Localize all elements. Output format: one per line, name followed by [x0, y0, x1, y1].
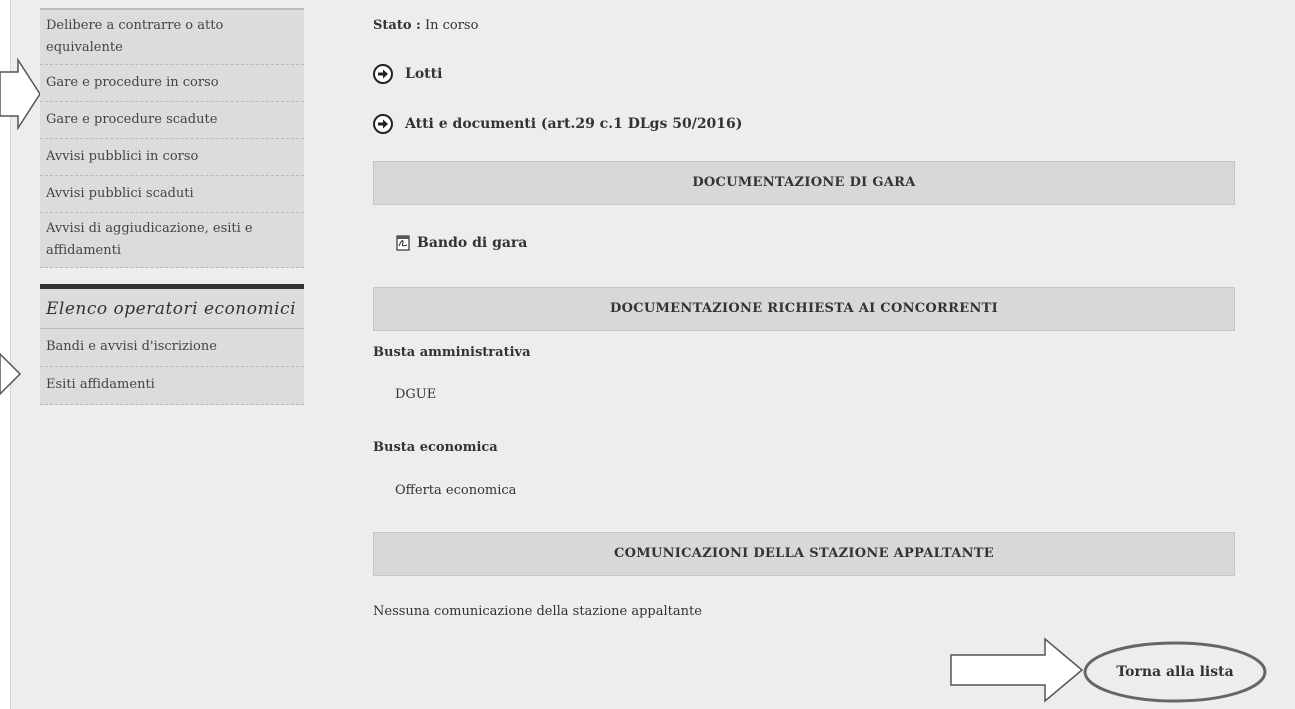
dgue-item: DGUE [395, 387, 437, 402]
pointer-arrow-icon [950, 637, 1084, 703]
arrow-circle-right-icon [373, 64, 393, 84]
sidebar-section-title: Elenco operatori economici [40, 289, 304, 329]
sidebar-item-avvisi-aggiudicazione[interactable]: Avvisi di aggiudicazione, esiti e affida… [40, 213, 304, 268]
sidebar-item-bandi-iscrizione[interactable]: Bandi e avvisi d'iscrizione [40, 329, 304, 367]
sidebar-item-delibere[interactable]: Delibere a contrarre o atto equivalente [40, 10, 304, 65]
busta-amministrativa-label: Busta amministrativa [373, 345, 531, 360]
sidebar: Delibere a contrarre o atto equivalente … [40, 8, 304, 405]
atti-documenti-label: Atti e documenti (art.29 c.1 DLgs 50/201… [405, 116, 743, 132]
sidebar-item-avvisi-in-corso[interactable]: Avvisi pubblici in corso [40, 139, 304, 176]
status-value: In corso [424, 18, 479, 33]
section-documentazione-gara: DOCUMENTAZIONE DI GARA [373, 161, 1235, 205]
lotti-link[interactable]: Lotti [373, 64, 442, 84]
section-documentazione-concorrenti: DOCUMENTAZIONE RICHIESTA AI CONCORRENTI [373, 287, 1235, 331]
sidebar-menu: Delibere a contrarre o atto equivalente … [40, 8, 304, 268]
bando-label: Bando di gara [417, 235, 528, 251]
sidebar-item-gare-scadute[interactable]: Gare e procedure scadute [40, 102, 304, 139]
bando-di-gara-link[interactable]: Bando di gara [395, 235, 527, 251]
arrow-circle-right-icon [373, 114, 393, 134]
status-line: Stato : In corso [373, 18, 478, 33]
offerta-economica-item: Offerta economica [395, 483, 517, 498]
busta-economica-label: Busta economica [373, 440, 498, 455]
lotti-label: Lotti [405, 66, 443, 82]
section-comunicazioni: COMUNICAZIONI DELLA STAZIONE APPALTANTE [373, 532, 1235, 576]
sidebar-menu-operatori: Bandi e avvisi d'iscrizione Esiti affida… [40, 329, 304, 405]
sidebar-item-gare-in-corso[interactable]: Gare e procedure in corso [40, 65, 304, 102]
torna-alla-lista-button[interactable]: Torna alla lista [1085, 645, 1265, 699]
sidebar-item-esiti-affidamenti[interactable]: Esiti affidamenti [40, 367, 304, 405]
pdf-icon [396, 235, 410, 251]
no-comunicazioni-text: Nessuna comunicazione della stazione app… [373, 604, 702, 619]
atti-documenti-link[interactable]: Atti e documenti (art.29 c.1 DLgs 50/201… [373, 114, 742, 134]
pointer-arrow-icon [0, 58, 41, 130]
status-label: Stato : [373, 18, 421, 33]
pointer-arrow-icon [0, 352, 22, 396]
sidebar-item-avvisi-scaduti[interactable]: Avvisi pubblici scaduti [40, 176, 304, 213]
